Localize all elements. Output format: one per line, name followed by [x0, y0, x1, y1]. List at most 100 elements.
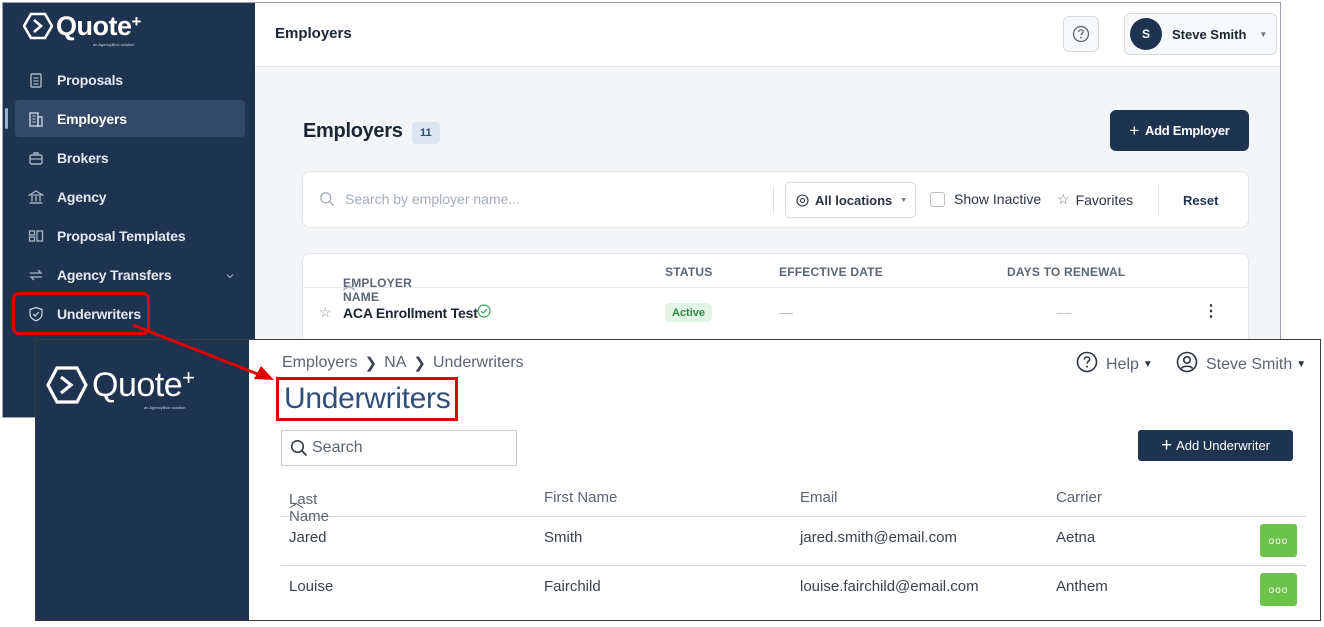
- row-actions-button[interactable]: ooo: [1260, 573, 1297, 606]
- ellipsis-icon: ooo: [1268, 536, 1289, 547]
- page-title: Underwriters: [276, 377, 459, 421]
- caret-down-icon: ▼: [1142, 359, 1153, 370]
- user-circle-icon: [1176, 351, 1198, 378]
- sidebar-item-label: Employers: [57, 110, 127, 127]
- sidebar-item-label: Brokers: [57, 149, 109, 166]
- transfer-icon: [27, 266, 45, 284]
- sidebar-item-agency-transfers[interactable]: Agency Transfers: [15, 256, 245, 293]
- sidebar-nav: Proposals Employers Brokers Agency Propo…: [5, 61, 245, 335]
- table-row[interactable]: Louise Fairchild louise.fairchild@email.…: [281, 566, 1306, 615]
- sidebar-item-employers[interactable]: Employers: [5, 100, 245, 137]
- plus-icon: +: [1129, 120, 1140, 140]
- user-menu-button[interactable]: S Steve Smith ▼: [1124, 13, 1277, 55]
- breadcrumb-item-underwriters: Underwriters: [432, 354, 524, 371]
- briefcase-icon: [27, 149, 45, 167]
- old-ui-window: Quote+ an AgencyBloc solution Employers …: [35, 339, 1321, 621]
- check-circle-icon: [477, 304, 491, 321]
- last-name-cell: Jared: [289, 529, 327, 546]
- location-select-value: All locations: [815, 192, 893, 208]
- table-header: Last Name ︿ First Name Email Carrier: [281, 487, 1306, 525]
- first-name-cell: Fairchild: [544, 578, 601, 595]
- breadcrumb-item-na[interactable]: NA: [384, 354, 406, 372]
- sidebar-item-label: Proposals: [57, 71, 123, 88]
- favorite-star-icon[interactable]: ☆: [319, 304, 332, 321]
- days-to-renewal-value: —: [1057, 304, 1071, 320]
- quote-plus-logo[interactable]: Quote+ an AgencyBloc solution: [23, 11, 141, 47]
- sidebar: Quote+ an AgencyBloc solution: [36, 340, 249, 620]
- underwriter-search-input[interactable]: Search: [281, 430, 517, 466]
- more-vertical-icon[interactable]: ⋮: [1203, 301, 1219, 321]
- bank-icon: [27, 188, 45, 206]
- add-underwriter-button[interactable]: + Add Underwriter: [1138, 430, 1293, 461]
- page-title: Employers: [303, 120, 403, 142]
- sidebar-item-agency[interactable]: Agency: [15, 178, 245, 215]
- ellipsis-icon: ooo: [1268, 585, 1289, 596]
- hexagon-logo-icon: [23, 12, 53, 40]
- topbar-title: Employers: [275, 25, 352, 42]
- clipboard-icon: [27, 71, 45, 89]
- star-icon: ☆: [1057, 191, 1070, 207]
- last-name-cell: Louise: [289, 578, 334, 595]
- help-button[interactable]: [1063, 16, 1099, 52]
- table-header: EMPLOYER NAME ︿ STATUS EFFECTIVE DATE DA…: [303, 254, 1248, 304]
- carrier-cell: Anthem: [1056, 578, 1108, 595]
- employer-search-input[interactable]: Search by employer name...: [319, 191, 520, 207]
- reset-button[interactable]: Reset: [1183, 193, 1218, 208]
- help-label: Help: [1106, 355, 1139, 373]
- sidebar-item-label: Agency Transfers: [57, 266, 172, 283]
- breadcrumb: Employers ❯ NA ❯ Underwriters: [282, 354, 524, 372]
- sidebar-item-brokers[interactable]: Brokers: [15, 139, 245, 176]
- quote-plus-logo[interactable]: Quote+ an AgencyBloc solution: [46, 365, 195, 410]
- sidebar-item-label: Proposal Templates: [57, 227, 186, 244]
- favorites-toggle[interactable]: ☆ Favorites: [1057, 191, 1133, 208]
- chevron-right-icon: ❯: [364, 355, 378, 372]
- breadcrumb-item-employers[interactable]: Employers: [282, 354, 358, 372]
- caret-down-icon: ▼: [1296, 359, 1307, 370]
- count-badge: 11: [412, 122, 440, 144]
- column-header-first-name[interactable]: First Name: [544, 489, 617, 506]
- first-name-cell: Smith: [544, 529, 583, 546]
- carrier-cell: Aetna: [1056, 529, 1096, 546]
- logo-tagline: an AgencyBloc solution: [144, 405, 186, 410]
- user-menu[interactable]: Steve Smith ▼: [1176, 351, 1306, 378]
- logo-tagline: an AgencyBloc solution: [93, 42, 135, 47]
- add-underwriter-label: Add Underwriter: [1176, 438, 1271, 453]
- email-cell: jared.smith@email.com: [800, 529, 957, 546]
- column-header-days-to-renewal: DAYS TO RENEWAL: [1007, 265, 1126, 279]
- column-header-email[interactable]: Email: [800, 489, 838, 506]
- avatar: S: [1130, 18, 1162, 50]
- add-employer-button[interactable]: + Add Employer: [1110, 110, 1249, 151]
- divider: [1158, 186, 1159, 214]
- favorites-label: Favorites: [1075, 191, 1134, 208]
- effective-date-value: —: [779, 304, 793, 320]
- question-circle-icon: [1076, 351, 1098, 378]
- templates-icon: [27, 227, 45, 245]
- sidebar-item-proposal-templates[interactable]: Proposal Templates: [15, 217, 245, 254]
- employer-name-link[interactable]: ACA Enrollment Test: [343, 305, 478, 321]
- sort-up-icon: ︿: [289, 494, 305, 511]
- building-icon: [27, 110, 45, 128]
- sidebar-item-underwriters[interactable]: Underwriters: [12, 292, 150, 335]
- sidebar-item-proposals[interactable]: Proposals: [15, 61, 245, 98]
- help-menu[interactable]: Help ▼: [1076, 351, 1153, 378]
- table-row[interactable]: ☆ ACA Enrollment Test Active — — ⋮: [303, 288, 1248, 338]
- question-circle-icon: [1072, 25, 1090, 43]
- column-header-status: STATUS: [665, 265, 713, 279]
- column-header-carrier[interactable]: Carrier: [1056, 489, 1102, 506]
- sidebar-item-label: Underwriters: [57, 305, 141, 322]
- hexagon-logo-icon: [46, 366, 88, 404]
- search-placeholder: Search: [312, 439, 363, 456]
- chevron-down-icon[interactable]: [225, 268, 235, 284]
- filter-bar: Search by employer name... All locations…: [302, 171, 1249, 228]
- email-cell: louise.fairchild@email.com: [800, 578, 979, 595]
- chevron-right-icon: ❯: [413, 355, 426, 372]
- show-inactive-label: Show Inactive: [954, 191, 1042, 207]
- table-row[interactable]: Jared Smith jared.smith@email.com Aetna …: [281, 517, 1306, 566]
- show-inactive-checkbox[interactable]: Show Inactive: [930, 191, 1041, 207]
- search-icon: [290, 439, 308, 457]
- plus-icon: +: [1160, 434, 1173, 456]
- checkbox[interactable]: [930, 191, 945, 207]
- row-actions-button[interactable]: ooo: [1260, 524, 1297, 557]
- divider: [773, 186, 774, 214]
- location-select[interactable]: All locations ▼: [785, 182, 916, 218]
